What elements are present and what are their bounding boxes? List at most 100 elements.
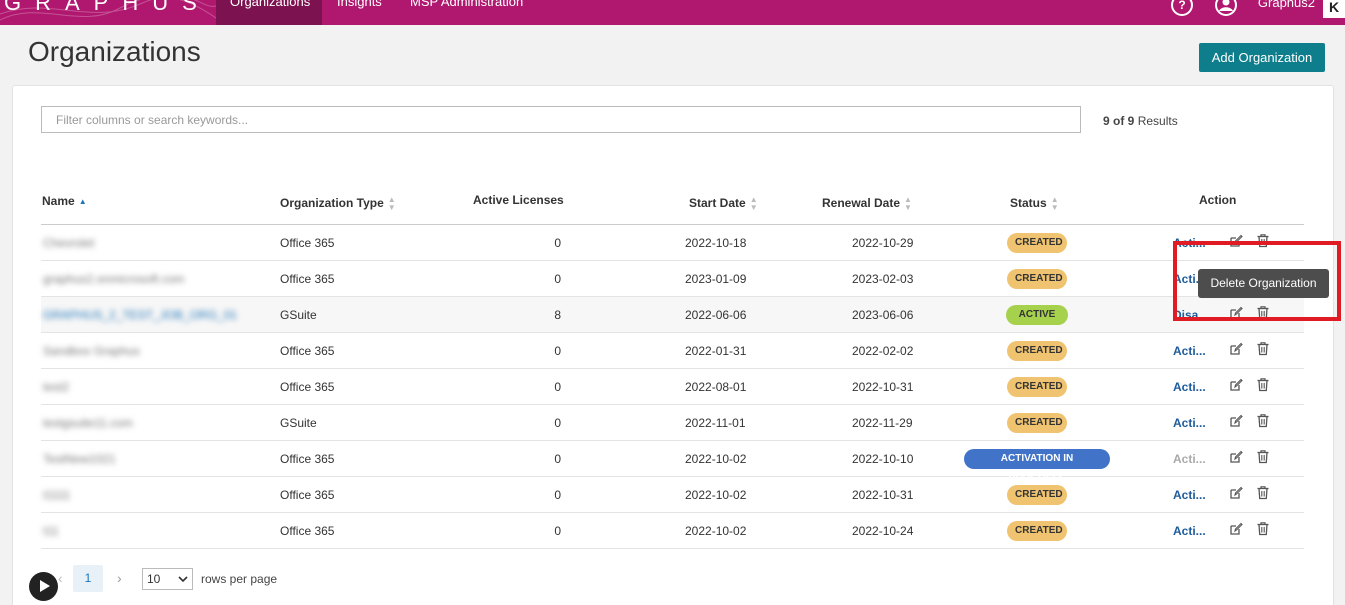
org-type: Office 365 [280,236,335,250]
org-name[interactable]: graphus2.onmicrosoft.com [43,272,184,286]
header-status-label: Status [1010,196,1047,211]
search-input[interactable] [41,106,1081,133]
org-type: Office 365 [280,524,335,538]
activate-link[interactable]: Acti... [1173,488,1206,502]
activate-link[interactable]: Acti... [1173,416,1206,430]
add-organization-button[interactable]: Add Organization [1199,43,1325,72]
edit-icon[interactable] [1229,378,1243,392]
results-count: 9 of 9 Results [1103,114,1178,128]
trash-icon[interactable] [1256,449,1270,464]
status-badge: ACTIVE [1006,305,1068,325]
activate-link[interactable]: Acti... [1173,524,1206,538]
header-status[interactable]: Status ▲ ▼ [1010,196,1059,212]
org-type: Office 365 [280,272,335,286]
edit-icon[interactable] [1229,486,1243,500]
org-name[interactable]: t11 [43,524,59,538]
sort-icon: ▲ ▼ [387,195,396,212]
table-row: t11 Office 365 0 2022-10-02 2022-10-24 CREATE… [41,513,1304,549]
org-name[interactable]: testgsuite11.com [43,416,133,430]
trash-icon[interactable] [1256,413,1270,428]
results-number: 9 of 9 [1103,114,1135,128]
rows-per-page-value: 10 [147,572,161,586]
edit-icon[interactable] [1229,522,1243,536]
sort-icon: ▲ ▼ [904,195,912,212]
header-renewal-date[interactable]: Renewal Date ▲ ▼ [822,196,912,212]
org-type: Office 365 [280,488,335,502]
active-licenses: 8 [554,308,561,322]
play-icon[interactable] [29,572,58,601]
renewal-date: 2022-10-29 [852,236,914,250]
org-name[interactable]: t1111 [43,488,70,502]
org-name[interactable]: Chevrolet [43,236,94,250]
org-type: Office 365 [280,380,335,394]
active-licenses: 0 [554,272,561,286]
active-licenses: 0 [554,380,561,394]
edit-icon[interactable] [1229,414,1243,428]
org-name[interactable]: Sandbox Graphus [43,344,140,358]
edit-icon[interactable] [1229,450,1243,464]
prev-page-icon[interactable]: ‹ [58,570,63,586]
header-organization-type[interactable]: Organization Type ▲ ▼ [280,196,396,212]
start-date: 2022-08-01 [685,380,747,394]
org-name[interactable]: TestNew1021 [43,452,116,466]
brand-logo[interactable]: GRAPHUS [4,0,211,16]
status-badge: CREATED [1007,377,1067,397]
user-name[interactable]: Graphus2 [1258,0,1315,10]
org-name[interactable]: GRAPHUS_2_TEST_JOB_ORG_01 [43,308,237,322]
trash-icon[interactable] [1256,377,1270,392]
header-action-label: Action [1199,193,1237,207]
next-page-icon[interactable]: › [117,570,122,586]
status-badge: CREATED [1007,233,1067,253]
renewal-date: 2023-06-06 [852,308,914,322]
header-action: Action [1199,193,1236,207]
renewal-date: 2022-10-31 [852,488,914,502]
start-date: 2022-01-31 [685,344,747,358]
trash-icon[interactable] [1256,485,1270,500]
delete-organization-tooltip: Delete Organization [1198,269,1329,298]
page-number-current[interactable]: 1 [73,565,103,592]
status-badge: CREATED [1007,521,1067,541]
active-licenses: 0 [554,344,561,358]
renewal-date: 2022-02-02 [852,344,914,358]
header-start-date[interactable]: Start Date ▲ ▼ [689,196,758,212]
trash-icon[interactable] [1256,521,1270,536]
renewal-date: 2023-02-03 [852,272,914,286]
status-badge: CREATED [1007,413,1067,433]
start-date: 2022-10-02 [685,452,747,466]
activate-link[interactable]: Acti... [1173,380,1206,394]
rows-per-page-label: rows per page [201,572,278,586]
org-type: GSuite [280,308,317,322]
header-name-label: Name [42,194,75,208]
nav-msp-administration[interactable]: MSP Administration [396,0,537,25]
header-name[interactable]: Name ▲ [42,194,87,208]
status-badge: CREATED [1007,341,1067,361]
nav-insights[interactable]: Insights [323,0,396,25]
chevron-down-icon [178,576,188,583]
active-licenses: 0 [554,452,561,466]
sort-icon: ▲ ▼ [749,195,758,212]
org-name[interactable]: test2 [43,380,69,394]
renewal-date: 2022-10-10 [852,452,914,466]
activate-link[interactable]: Acti... [1173,344,1206,358]
header-licenses-label: Active Licenses [473,193,564,207]
renewal-date: 2022-11-29 [852,416,913,430]
rows-per-page-select[interactable]: 10 [142,568,193,590]
header-start-label: Start Date [689,196,746,211]
top-nav: GRAPHUS Organizations Insights MSP Admin… [0,0,1345,25]
status-badge: CREATED [1007,485,1067,505]
start-date: 2022-10-02 [685,524,747,538]
edit-icon[interactable] [1229,342,1243,356]
activate-link[interactable]: Acti... [1173,452,1206,466]
start-date: 2022-10-02 [685,488,747,502]
table-row: graphus2.onmicrosoft.com Office 365 0 2023-… [41,261,1304,297]
header-renewal-label: Renewal Date [822,196,901,211]
table-row: TestNew1021 Office 365 0 2022-10-02 2022-10-… [41,441,1304,484]
help-icon[interactable]: ? [1171,0,1193,16]
user-avatar-icon[interactable] [1215,0,1237,16]
renewal-date: 2022-10-24 [852,524,914,538]
start-date: 2022-10-18 [685,236,747,250]
table-row: test2 Office 365 0 2022-08-01 2022-10-31 CREA… [41,369,1304,405]
sort-asc-icon: ▲ [78,196,87,206]
trash-icon[interactable] [1256,341,1270,356]
nav-organizations[interactable]: Organizations [216,0,322,25]
